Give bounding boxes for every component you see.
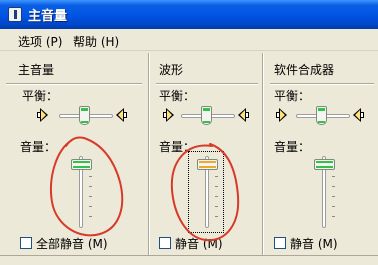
column-title-wave: 波形 [159,63,184,77]
speaker-right-icon [352,108,364,122]
speaker-left-icon [276,108,288,122]
volume-label: 音量： [20,140,57,154]
balance-slider-wave[interactable] [181,105,235,127]
column-title-master: 主音量 [18,63,55,77]
speaker-right-icon [237,108,249,122]
mixer-panel: 主音量 平衡： 音量： 全部静音 (M) 波形 平衡： 音量： 静音 (M) 软… [0,51,378,265]
mute-synth-label: 静音 (M) [290,237,338,251]
header-rule [6,83,142,85]
volume-slider-master[interactable] [67,156,95,228]
volume-label: 音量： [274,140,311,154]
header-rule [156,83,258,85]
column-separator [262,53,264,259]
balance-slider-synth[interactable] [296,105,350,127]
mute-wave-label: 静音 (M) [175,237,223,251]
menu-bar: 选项 (P) 帮助 (H) [0,29,378,51]
volume-slider-synth[interactable] [310,156,338,228]
menu-help[interactable]: 帮助 (H) [73,33,119,50]
balance-slider-master[interactable] [59,105,113,127]
header-rule [270,83,374,85]
menu-options[interactable]: 选项 (P) [18,33,62,50]
balance-label: 平衡： [159,89,196,103]
column-separator [148,53,150,259]
balance-label: 平衡： [22,89,59,103]
volume-control-icon [8,7,22,22]
status-bar [0,255,378,265]
title-bar[interactable]: 主音量 [0,0,378,29]
column-title-synth: 软件合成器 [274,63,335,77]
window-title: 主音量 [28,9,68,24]
speaker-right-icon [115,108,127,122]
balance-label: 平衡： [274,89,311,103]
volume-slider-wave[interactable] [193,156,221,228]
speaker-left-icon [37,108,49,122]
mute-all-label: 全部静音 (M) [36,237,108,251]
speaker-left-icon [163,108,175,122]
